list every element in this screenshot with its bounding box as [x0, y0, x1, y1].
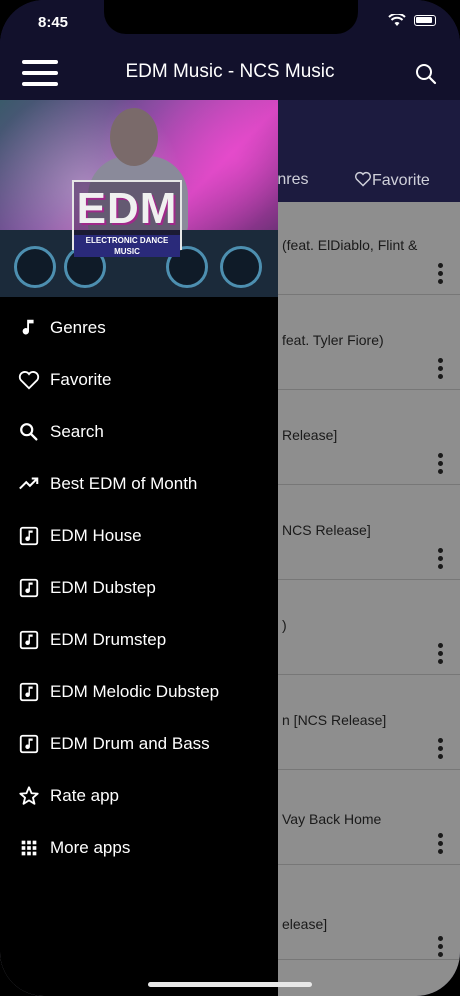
heart-icon	[18, 369, 40, 391]
song-title: Vay Back Home	[282, 811, 382, 827]
song-title: NCS Release]	[282, 522, 371, 538]
drawer-item-label: EDM Dubstep	[50, 578, 156, 597]
more-vert-icon[interactable]	[438, 738, 444, 762]
logo-subtitle: ELECTRONIC DANCE MUSIC	[74, 235, 180, 257]
music-note-icon	[18, 317, 40, 339]
more-vert-icon[interactable]	[438, 833, 444, 857]
deck-knob	[220, 246, 262, 288]
drawer-item-edm-drumstep[interactable]: EDM Drumstep	[0, 616, 278, 668]
page-title: EDM Music - NCS Music	[125, 61, 335, 82]
more-vert-icon[interactable]	[438, 643, 444, 667]
song-title: feat. Tyler Fiore)	[282, 332, 384, 348]
more-vert-icon[interactable]	[438, 936, 444, 960]
star-icon	[18, 785, 40, 807]
tab-favorite-label: Favorite	[372, 172, 430, 189]
drawer-item-search[interactable]: Search	[0, 408, 278, 460]
drawer-item-label: More apps	[50, 838, 131, 857]
drawer-item-genres[interactable]: Genres	[0, 304, 278, 356]
deck-knob	[14, 246, 56, 288]
search-icon[interactable]	[414, 62, 438, 86]
song-title: (feat. ElDiablo, Flint &	[282, 237, 418, 253]
grid-icon	[18, 837, 40, 859]
music-box-icon	[18, 525, 40, 547]
drawer-item-label: EDM Melodic Dubstep	[50, 682, 220, 701]
more-vert-icon[interactable]	[438, 263, 444, 287]
music-box-icon	[18, 733, 40, 755]
drawer-item-edm-house[interactable]: EDM House	[0, 512, 278, 564]
battery-icon	[414, 15, 436, 26]
more-vert-icon[interactable]	[438, 548, 444, 572]
drawer-item-rate-app[interactable]: Rate app	[0, 772, 278, 824]
drawer-item-best-edm-of-month[interactable]: Best EDM of Month	[0, 460, 278, 512]
drawer-item-label: EDM House	[50, 526, 142, 545]
heart-icon	[355, 171, 371, 187]
home-indicator[interactable]	[148, 982, 312, 987]
drawer-item-label: Search	[50, 422, 104, 441]
drawer-item-more-apps[interactable]: More apps	[0, 824, 278, 876]
drawer-item-label: Genres	[50, 318, 106, 337]
music-box-icon	[18, 681, 40, 703]
song-title: elease]	[282, 916, 328, 932]
music-box-icon	[18, 629, 40, 651]
trending-up-icon	[18, 473, 40, 495]
drawer-item-edm-dubstep[interactable]: EDM Dubstep	[0, 564, 278, 616]
top-app-bar: EDM Music - NCS Music	[0, 44, 460, 100]
song-title: Release]	[282, 427, 338, 443]
notch	[104, 0, 358, 34]
drawer-item-edm-drum-and-bass[interactable]: EDM Drum and Bass	[0, 720, 278, 772]
wifi-icon	[388, 12, 406, 30]
phone-screen: 8:45 EDM Music - NCS Music Genres Favori…	[0, 0, 460, 996]
dj-head	[110, 108, 158, 166]
edm-logo: EDM ELECTRONIC DANCE MUSIC	[72, 180, 182, 257]
drawer-item-label: Favorite	[50, 370, 112, 389]
status-bar: 8:45	[0, 0, 460, 44]
tab-favorite[interactable]: Favorite	[354, 171, 430, 190]
song-title: n [NCS Release]	[282, 712, 387, 728]
drawer-item-label: Rate app	[50, 786, 119, 805]
navigation-drawer: EDM ELECTRONIC DANCE MUSIC Genres Favori…	[0, 100, 278, 996]
search-icon	[18, 421, 40, 443]
drawer-item-label: EDM Drum and Bass	[50, 734, 210, 753]
more-vert-icon[interactable]	[438, 453, 444, 477]
drawer-item-favorite[interactable]: Favorite	[0, 356, 278, 408]
song-title: )	[282, 617, 287, 633]
drawer-item-label: EDM Drumstep	[50, 630, 167, 649]
logo-text: EDM	[76, 184, 178, 233]
music-box-icon	[18, 577, 40, 599]
more-vert-icon[interactable]	[438, 358, 444, 382]
drawer-item-label: Best EDM of Month	[50, 474, 198, 493]
status-time: 8:45	[38, 14, 69, 31]
drawer-item-edm-melodic-dubstep[interactable]: EDM Melodic Dubstep	[0, 668, 278, 720]
drawer-header-image: EDM ELECTRONIC DANCE MUSIC	[0, 100, 278, 297]
